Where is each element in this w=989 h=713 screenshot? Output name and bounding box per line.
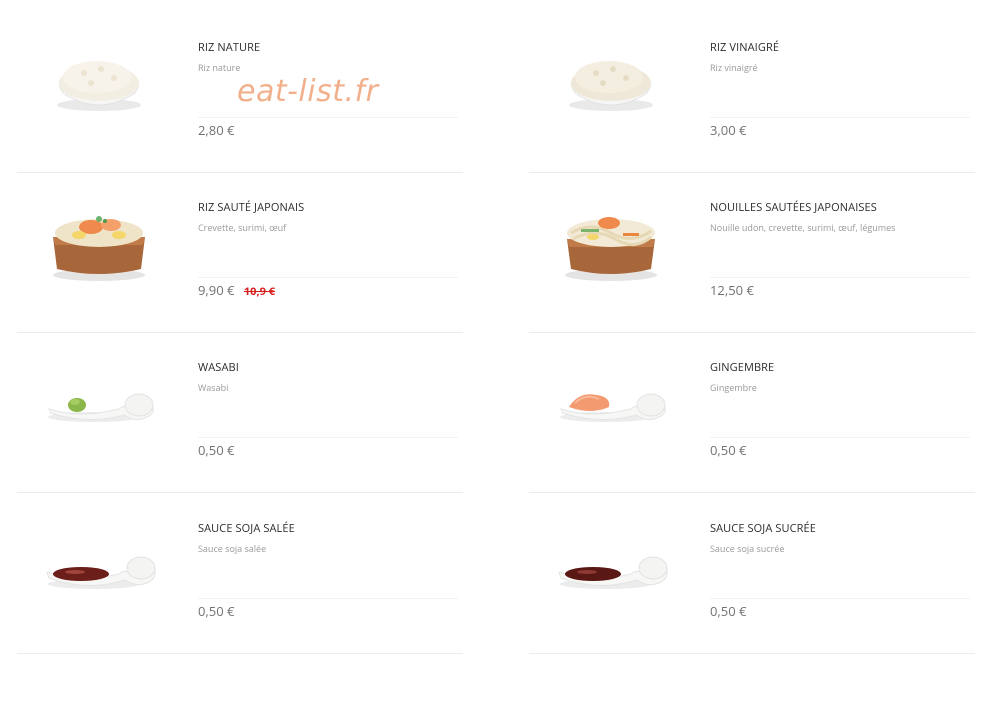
menu-item-card[interactable]: RIZ SAUTÉ JAPONAIS Crevette, surimi, œuf…: [17, 173, 463, 333]
item-description: Riz vinaigré: [710, 61, 758, 74]
item-price: 0,50 €: [198, 441, 235, 459]
item-description: Gingembre: [710, 381, 757, 394]
item-description: Wasabi: [198, 381, 229, 394]
item-price: 0,50 €: [710, 602, 747, 620]
item-title: RIZ SAUTÉ JAPONAIS: [198, 200, 305, 215]
item-price: 12,50 €: [710, 281, 754, 299]
price-row: 0,50 €: [710, 441, 970, 459]
price-row: 2,80 €: [198, 121, 458, 139]
menu-item-card[interactable]: RIZ VINAIGRÉ Riz vinaigré 3,00 €: [529, 13, 975, 173]
noodles-icon: [551, 193, 671, 293]
item-title: WASABI: [198, 360, 239, 375]
item-title: RIZ VINAIGRÉ: [710, 40, 780, 55]
item-description: Sauce soja salée: [198, 542, 267, 555]
menu-item-card[interactable]: NOUILLES SAUTÉES JAPONAISES Nouille udon…: [529, 173, 975, 333]
divider: [198, 598, 458, 599]
item-description: Sauce soja sucrée: [710, 542, 785, 555]
price-row: 0,50 €: [198, 602, 458, 620]
item-description: Crevette, surimi, œuf: [198, 221, 287, 234]
item-title: NOUILLES SAUTÉES JAPONAISES: [710, 200, 877, 215]
divider: [710, 277, 970, 278]
item-price: 3,00 €: [710, 121, 747, 139]
item-description: Nouille udon, crevette, surimi, œuf, lég…: [710, 221, 896, 234]
fried-rice-icon: [39, 193, 159, 293]
divider: [198, 117, 458, 118]
soy-sauce-icon: [39, 514, 159, 614]
price-row: 0,50 €: [198, 441, 458, 459]
divider: [710, 437, 970, 438]
item-price: 9,90 €: [198, 281, 235, 299]
soy-sauce-icon: [551, 514, 671, 614]
rice-bowl-icon: [551, 33, 671, 133]
menu-item-card[interactable]: SAUCE SOJA SALÉE Sauce soja salée 0,50 €: [17, 494, 463, 654]
watermark: eat-list.fr: [237, 74, 379, 109]
item-title: SAUCE SOJA SUCRÉE: [710, 521, 816, 536]
menu-grid: RIZ NATURE Riz nature 2,80 € RIZ VINAIGR…: [0, 0, 989, 713]
divider: [198, 277, 458, 278]
item-title: RIZ NATURE: [198, 40, 261, 55]
item-old-price: 10,9 €: [243, 284, 276, 299]
wasabi-icon: [39, 353, 159, 453]
item-description: Riz nature: [198, 61, 241, 74]
item-price: 2,80 €: [198, 121, 235, 139]
item-price: 0,50 €: [710, 441, 747, 459]
item-title: SAUCE SOJA SALÉE: [198, 521, 295, 536]
item-price: 0,50 €: [198, 602, 235, 620]
price-row: 12,50 €: [710, 281, 970, 299]
item-title: GINGEMBRE: [710, 360, 775, 375]
menu-item-card[interactable]: SAUCE SOJA SUCRÉE Sauce soja sucrée 0,50…: [529, 494, 975, 654]
divider: [710, 117, 970, 118]
price-row: 9,90 € 10,9 €: [198, 281, 458, 299]
menu-item-card[interactable]: WASABI Wasabi 0,50 €: [17, 333, 463, 493]
ginger-icon: [551, 353, 671, 453]
divider: [198, 437, 458, 438]
price-row: 3,00 €: [710, 121, 970, 139]
rice-bowl-icon: [39, 33, 159, 133]
menu-item-card[interactable]: GINGEMBRE Gingembre 0,50 €: [529, 333, 975, 493]
divider: [710, 598, 970, 599]
price-row: 0,50 €: [710, 602, 970, 620]
